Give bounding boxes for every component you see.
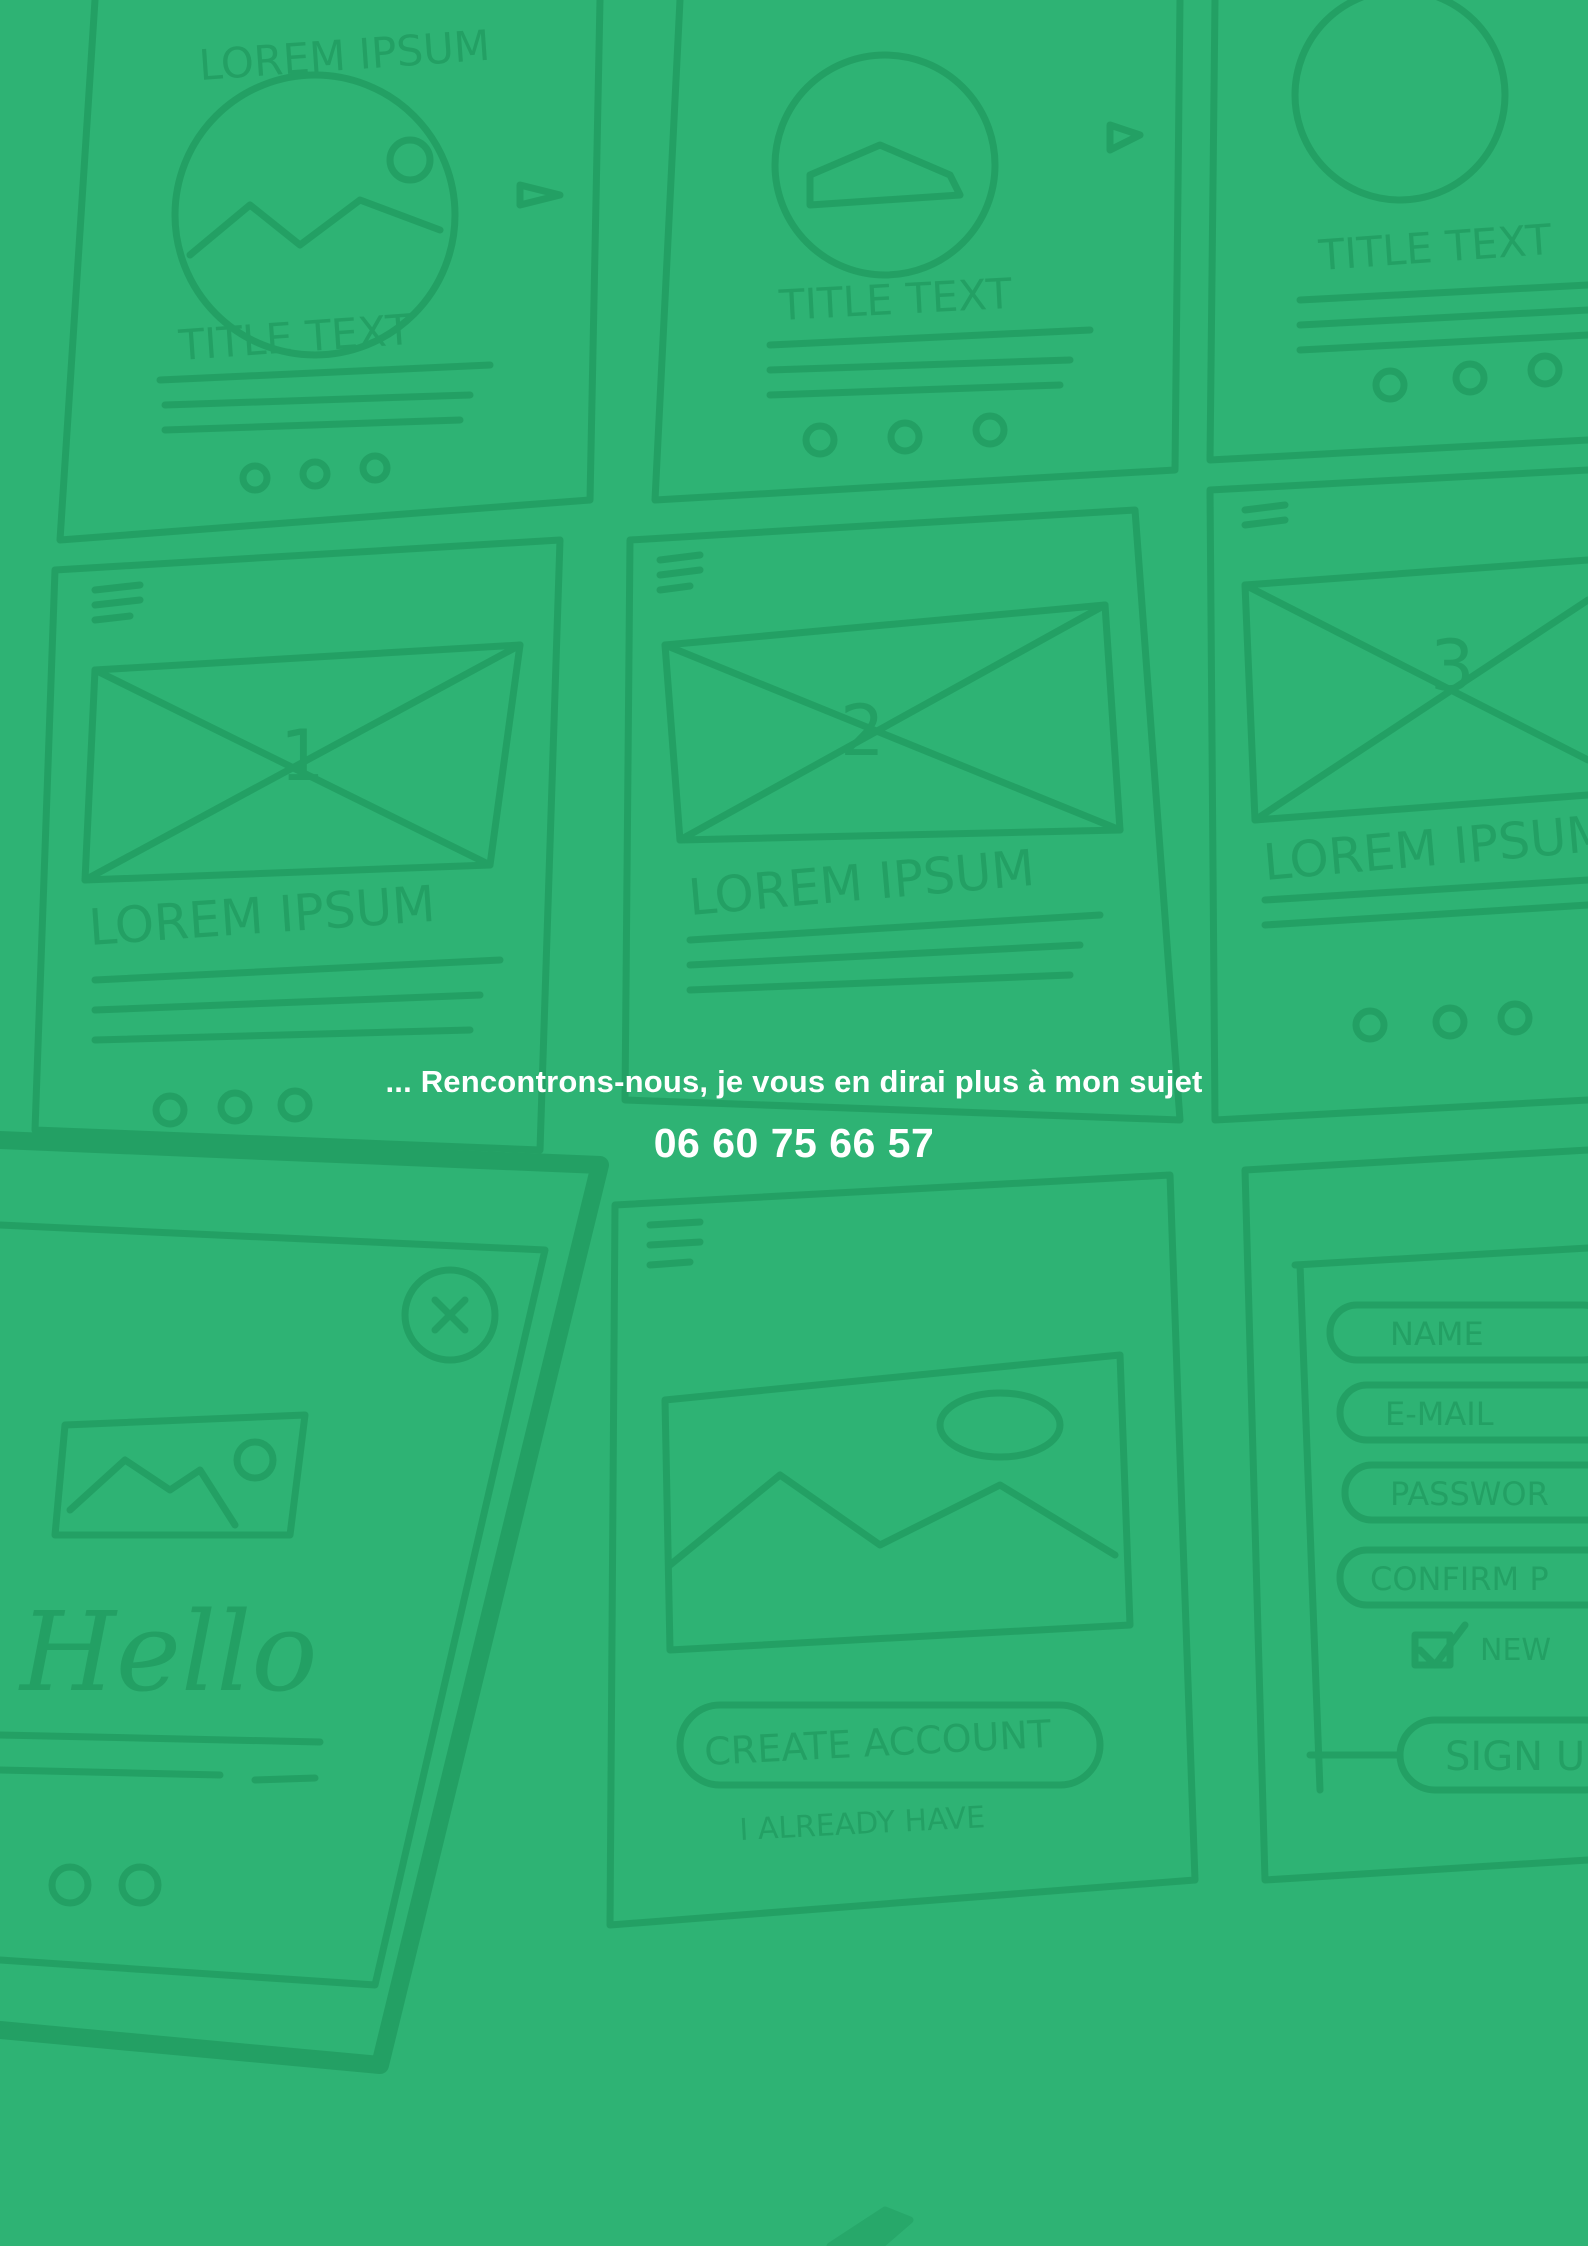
sketch-text: Hello xyxy=(18,1588,318,1716)
sketch-text: NAME xyxy=(1390,1315,1484,1353)
sketch-text: E-MAIL xyxy=(1385,1395,1494,1433)
sketch-text: NEW xyxy=(1480,1633,1551,1668)
sketch-text: PASSWOR xyxy=(1390,1475,1549,1513)
sketch-text: 1 xyxy=(280,715,325,797)
sketch-text: 2 xyxy=(840,690,885,772)
wireframe-sketch-background: LOREM IPSUM TITLE TEXT TITLE TEXT TITLE … xyxy=(0,0,1588,2246)
sketch-text: CONFIRM P xyxy=(1370,1560,1549,1598)
sketch-text: SIGN U xyxy=(1445,1734,1585,1780)
sketch-text: 3 xyxy=(1430,625,1475,707)
